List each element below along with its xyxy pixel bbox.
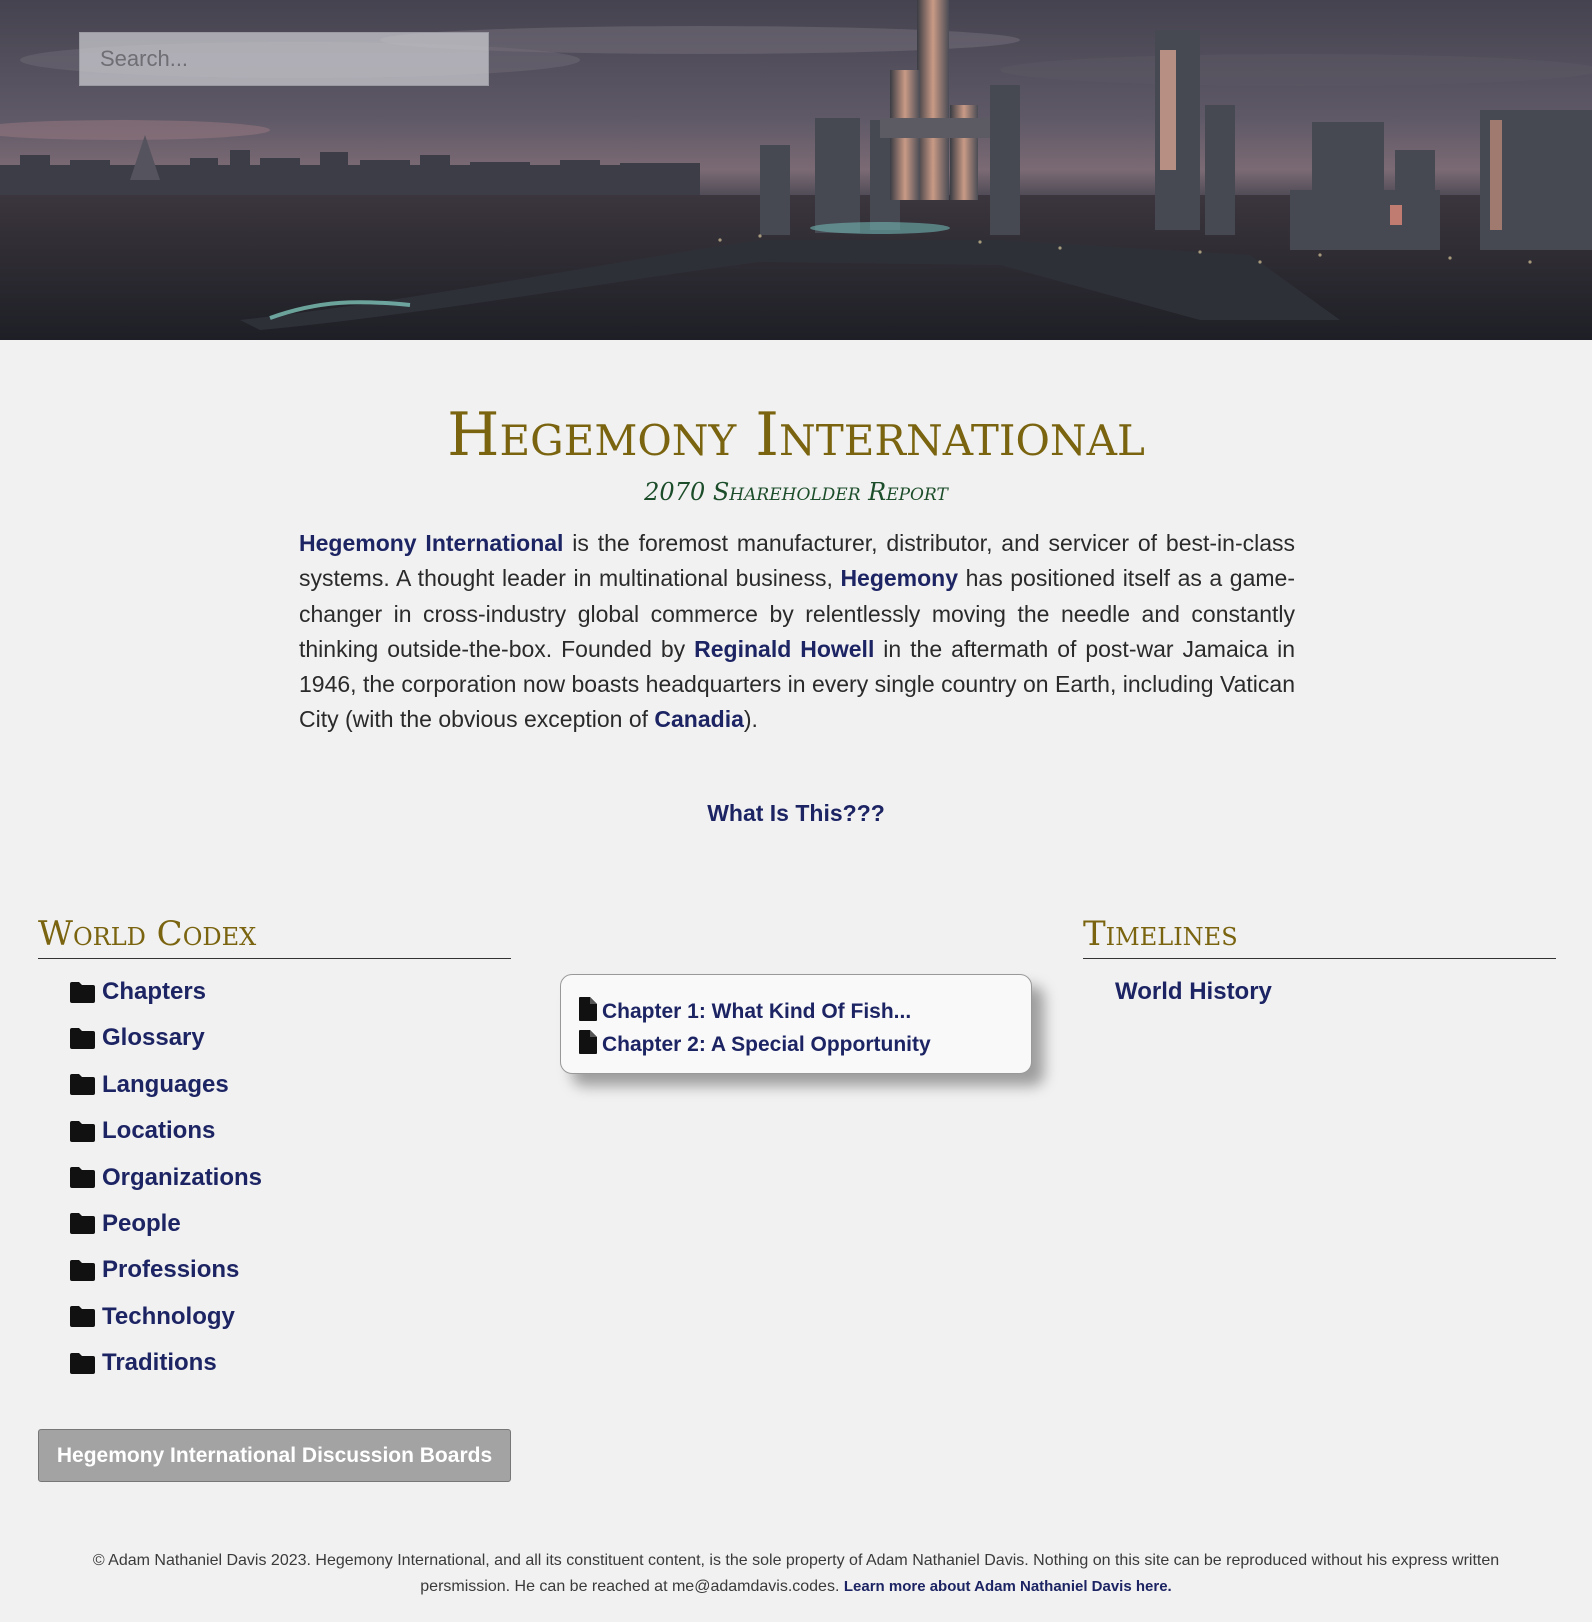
timelines-heading: Timelines [1083, 914, 1556, 959]
footer: © Adam Nathaniel Davis 2023. Hegemony In… [60, 1548, 1532, 1600]
codex-link-traditions[interactable]: Traditions [102, 1343, 217, 1383]
what-is-this-link[interactable]: What Is This??? [707, 800, 885, 826]
codex-link-glossary[interactable]: Glossary [102, 1018, 205, 1058]
list-item: Technology [70, 1297, 262, 1343]
codex-link-chapters[interactable]: Chapters [102, 972, 206, 1012]
codex-link-technology[interactable]: Technology [102, 1297, 235, 1337]
chapter-item: Chapter 2: A Special Opportunity [579, 1028, 1031, 1061]
codex-link-organizations[interactable]: Organizations [102, 1158, 262, 1198]
world-codex-heading: World Codex [38, 914, 511, 959]
folder-icon [70, 1250, 96, 1290]
page-title: Hegemony International [447, 400, 1145, 470]
link-hegemony-international[interactable]: Hegemony International [299, 530, 563, 556]
codex-link-languages[interactable]: Languages [102, 1065, 229, 1105]
list-item: Traditions [70, 1343, 262, 1389]
list-item: Locations [70, 1111, 262, 1157]
list-item: Professions [70, 1250, 262, 1296]
list-item: Glossary [70, 1018, 262, 1064]
file-icon [579, 997, 597, 1026]
hero-banner [0, 0, 1592, 340]
codex-link-locations[interactable]: Locations [102, 1111, 215, 1151]
list-item: Chapters [70, 972, 262, 1018]
codex-link-professions[interactable]: Professions [102, 1250, 239, 1290]
list-item: Languages [70, 1065, 262, 1111]
search-input[interactable] [79, 32, 489, 86]
list-item: People [70, 1204, 262, 1250]
folder-icon [70, 1065, 96, 1105]
page-subtitle: 2070 Shareholder Report [644, 478, 948, 506]
link-canadia[interactable]: Canadia [654, 706, 743, 732]
link-hegemony[interactable]: Hegemony [840, 565, 958, 591]
chapter-2-link[interactable]: Chapter 2: A Special Opportunity [602, 1033, 931, 1057]
folder-icon [70, 1158, 96, 1198]
codex-link-people[interactable]: People [102, 1204, 181, 1244]
file-icon [579, 1030, 597, 1059]
footer-about-link[interactable]: Learn more about Adam Nathaniel Davis he… [844, 1578, 1172, 1595]
world-codex-list: Chapters Glossary Languages Locations Or… [70, 972, 262, 1390]
chapter-1-link[interactable]: Chapter 1: What Kind Of Fish... [602, 1000, 911, 1024]
link-reginald-howell[interactable]: Reginald Howell [694, 636, 874, 662]
folder-icon [70, 1204, 96, 1244]
what-is-this-wrapper: What Is This??? [0, 800, 1592, 827]
intro-paragraph: Hegemony International is the foremost m… [299, 526, 1295, 738]
folder-icon [70, 1297, 96, 1337]
chapters-card: Chapter 1: What Kind Of Fish... Chapter … [560, 974, 1032, 1074]
folder-icon [70, 972, 96, 1012]
footer-copyright: © Adam Nathaniel Davis 2023. Hegemony In… [92, 1552, 1500, 1595]
folder-icon [70, 1343, 96, 1383]
folder-icon [70, 1018, 96, 1058]
folder-icon [70, 1111, 96, 1151]
discussion-boards-button[interactable]: Hegemony International Discussion Boards [38, 1429, 511, 1482]
timeline-link-world-history[interactable]: World History [1115, 972, 1272, 1012]
chapter-item: Chapter 1: What Kind Of Fish... [579, 995, 1031, 1028]
list-item: Organizations [70, 1158, 262, 1204]
intro-text-4: ). [743, 706, 758, 733]
